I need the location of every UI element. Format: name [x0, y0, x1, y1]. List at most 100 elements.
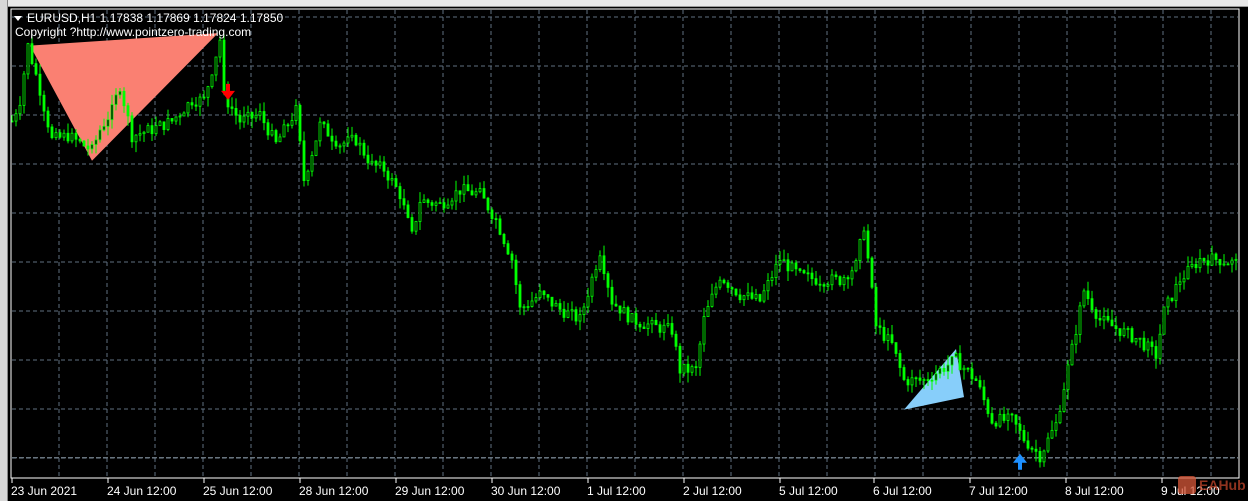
candle-body — [670, 323, 674, 335]
candle-body — [1034, 448, 1038, 452]
dropdown-triangle-icon[interactable] — [14, 16, 22, 22]
candle-body — [894, 342, 898, 354]
candle-body — [290, 120, 294, 126]
candle-body — [986, 399, 990, 414]
candle-body — [826, 284, 830, 287]
candle-body — [314, 140, 318, 156]
candle-body — [50, 126, 54, 139]
candle-body — [346, 136, 350, 144]
candle-body — [750, 292, 754, 299]
candle-body — [542, 290, 546, 296]
candle-body — [266, 122, 270, 136]
candle-body — [822, 284, 826, 287]
candle-body — [62, 132, 66, 138]
candle-body — [222, 39, 226, 92]
candle-body — [526, 306, 530, 308]
candle-body — [422, 199, 426, 203]
candle-body — [866, 230, 870, 259]
candle-body — [814, 278, 818, 285]
candle-body — [726, 282, 730, 288]
candle-body — [994, 422, 998, 427]
candle-body — [106, 119, 110, 127]
eahub-logo-text: EAHub — [1199, 477, 1246, 493]
candle-body — [258, 111, 262, 116]
candle-body — [982, 386, 986, 401]
candle-body — [1118, 328, 1122, 336]
candle-body — [470, 190, 474, 196]
candle-body — [1042, 450, 1046, 463]
candle-body — [738, 294, 742, 301]
candle-body — [926, 379, 930, 381]
candle-body — [1234, 258, 1238, 261]
candle-body — [1054, 422, 1058, 431]
candle-body — [46, 110, 50, 128]
candle-body — [858, 239, 862, 262]
candle-body — [102, 125, 106, 131]
x-axis-label: 1 Jul 12:00 — [587, 484, 646, 498]
candle-body — [1230, 259, 1234, 265]
candle-body — [174, 116, 178, 122]
candle-body — [1166, 297, 1170, 308]
candle-body — [430, 202, 434, 206]
candle-body — [626, 307, 630, 323]
candle-body — [1218, 259, 1222, 266]
candle-body — [270, 130, 274, 136]
candle-body — [250, 111, 254, 119]
candle-body — [958, 353, 962, 371]
candle-body — [330, 135, 334, 142]
candle-body — [518, 284, 522, 308]
candle-body — [1090, 298, 1094, 310]
candle-body — [1078, 305, 1082, 335]
candle-body — [322, 121, 326, 125]
candle-body — [42, 94, 46, 112]
candle-body — [650, 319, 654, 325]
candle-body — [218, 39, 222, 58]
candle-body — [58, 132, 62, 138]
candle-body — [782, 259, 786, 262]
x-axis-label: 8 Jul 12:00 — [1065, 484, 1124, 498]
candle-body — [854, 260, 858, 272]
candle-body — [522, 306, 526, 309]
candle-body — [182, 112, 186, 117]
candle-body — [326, 123, 330, 137]
candle-body — [910, 377, 914, 386]
candle-body — [710, 293, 714, 307]
candle-body — [66, 132, 70, 142]
candle-body — [486, 197, 490, 211]
candle-body — [194, 104, 198, 107]
candle-body — [922, 379, 926, 381]
candle-body — [554, 303, 558, 307]
candle-body — [870, 257, 874, 288]
x-axis-label: 30 Jun 12:00 — [491, 484, 561, 498]
price-chart[interactable] — [0, 0, 1248, 501]
candle-body — [1074, 334, 1078, 345]
candle-body — [1082, 290, 1086, 307]
candle-body — [846, 277, 850, 280]
candle-body — [362, 142, 366, 156]
candle-body — [342, 142, 346, 147]
candle-body — [298, 104, 302, 142]
candle-body — [142, 131, 146, 135]
candle-body — [686, 363, 690, 373]
candle-body — [442, 202, 446, 209]
candle-body — [410, 217, 414, 232]
candle-body — [262, 111, 266, 124]
x-axis-label: 23 Jun 2021 — [11, 484, 78, 498]
candle-body — [850, 270, 854, 280]
candle-body — [190, 102, 194, 106]
candle-body — [446, 204, 450, 209]
candle-body — [558, 303, 562, 310]
symbol-header[interactable]: EURUSD,H1 1.17838 1.17869 1.17824 1.1785… — [14, 11, 283, 25]
candle-body — [794, 262, 798, 270]
copyright-text: Copyright ?http://www.pointzero-trading.… — [15, 25, 252, 39]
candle-body — [950, 356, 954, 366]
candle-body — [930, 379, 934, 382]
candle-body — [862, 230, 866, 240]
candle-body — [434, 202, 438, 206]
candle-body — [734, 288, 738, 296]
candle-body — [918, 377, 922, 381]
candle-body — [502, 233, 506, 245]
candle-body — [306, 170, 310, 181]
candle-body — [1050, 429, 1054, 439]
candle-body — [546, 294, 550, 298]
